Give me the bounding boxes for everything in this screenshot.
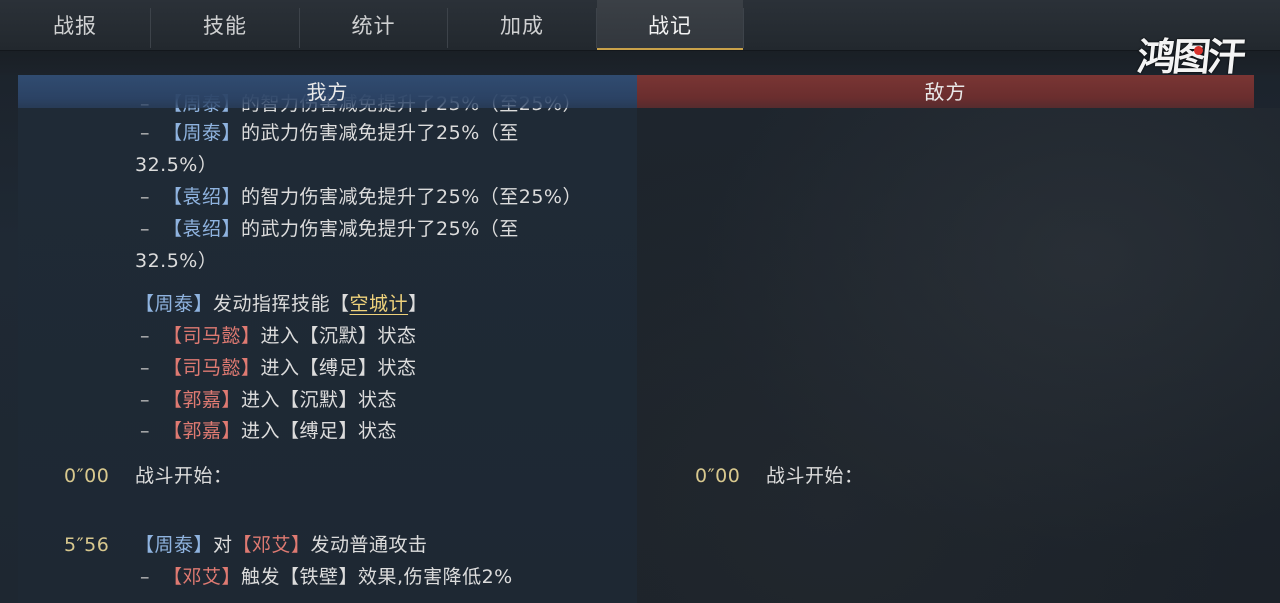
dash-mark: – [140,122,150,144]
log-text: 32.5%） [135,154,218,176]
log-text: 战斗开始： [766,465,864,487]
battle-record-screen: 战报 技能 统计 加成 战记 鸿图汗 我方 敌方 –【周泰】的智力伤害减免提升了… [0,0,1280,603]
tab-statistics[interactable]: 统计 [300,0,447,50]
enemy-name: 【司马懿】 [163,325,261,347]
log-text: 触发 [241,566,281,588]
status-tag: 【铁壁】 [280,566,359,588]
tab-divider [743,8,744,48]
log-text: 的武力伤害减免提升了25%（至 [241,218,519,240]
log-text: 32.5%） [135,250,218,272]
dash-mark: – [140,325,150,347]
log-text: 状态 [358,389,398,411]
dash-mark: – [140,186,150,208]
dash-mark: – [140,357,150,379]
log-line: – 【邓艾】触发【铁壁】效果,伤害降低2% [140,561,513,593]
logo-text: 鸿图汗 [1135,34,1246,79]
log-text: 发动指挥技能 [213,293,331,315]
timestamp: 0″00 [695,465,741,487]
ally-name: 【周泰】 [135,293,214,315]
log-text: 状态 [377,357,417,379]
log-line: 0″00 战斗开始： [64,460,233,492]
ally-name: 【袁绍】 [163,186,242,208]
skill-bracket-open: 【 [330,293,350,315]
log-line: 5″56 【周泰】对【邓艾】发动普通攻击 [64,529,428,561]
logo-red-dot [1194,46,1203,55]
log-line: – 【司马懿】进入【缚足】状态 [140,352,417,384]
tab-battle-report[interactable]: 战报 [0,0,150,50]
timestamp: 0″00 [64,465,110,487]
skill-link[interactable]: 空城计 [350,293,409,315]
dash-mark: – [140,420,150,442]
enemy-name: 【郭嘉】 [163,420,242,442]
log-line: – 【司马懿】进入【沉默】状态 [140,320,417,352]
tab-bonuses[interactable]: 加成 [448,0,596,50]
log-text: 进入 [241,420,281,442]
enemy-name: 【邓艾】 [232,534,311,556]
log-line: – 【郭嘉】进入【沉默】状态 [140,384,397,416]
log-text: 对 [213,534,233,556]
dash-mark: – [140,566,150,588]
log-text: 进入 [260,325,300,347]
log-line-wrap: 32.5%） [135,149,217,181]
log-text: 状态 [377,325,417,347]
skill-bracket-close: 】 [408,293,428,315]
enemy-log-panel [637,108,1280,603]
ally-name: 【周泰】 [163,122,242,144]
log-line: 0″00 战斗开始： [695,460,864,492]
ally-column-header: 我方 [18,75,637,108]
tab-battle-log[interactable]: 战记 [597,0,743,50]
log-text: 进入 [260,357,300,379]
ally-name: 【袁绍】 [163,218,242,240]
log-text: 进入 [241,389,281,411]
log-line-wrap: 32.5%） [135,245,217,277]
log-line: – 【袁绍】的武力伤害减免提升了25%（至 [140,213,519,245]
log-text: 状态 [358,420,398,442]
ally-name: 【周泰】 [135,534,214,556]
tab-bar: 战报 技能 统计 加成 战记 [0,0,1280,51]
timestamp: 5″56 [64,534,110,556]
status-tag: 【沉默】 [280,389,359,411]
log-line: – 【袁绍】的智力伤害减免提升了25%（至25%） [140,181,582,213]
enemy-name: 【邓艾】 [163,566,242,588]
log-line: – 【郭嘉】进入【缚足】状态 [140,415,397,447]
enemy-column-header: 敌方 [637,75,1254,108]
log-text: 的武力伤害减免提升了25%（至 [241,122,519,144]
log-line: 【周泰】发动指挥技能【空城计】 [135,288,428,320]
dash-mark: – [140,218,150,240]
log-text: 战斗开始： [135,465,233,487]
tab-skills[interactable]: 技能 [151,0,299,50]
enemy-name: 【司马懿】 [163,357,261,379]
status-tag: 【沉默】 [299,325,378,347]
log-line: – 【周泰】的武力伤害减免提升了25%（至 [140,117,519,149]
log-text: 的智力伤害减免提升了25%（至25%） [241,186,582,208]
status-tag: 【缚足】 [280,420,359,442]
status-tag: 【缚足】 [299,357,378,379]
header-strip [0,51,1280,75]
enemy-name: 【郭嘉】 [163,389,242,411]
log-text: 效果,伤害降低2% [358,566,513,588]
dash-mark: – [140,389,150,411]
log-text: 发动普通攻击 [310,534,428,556]
